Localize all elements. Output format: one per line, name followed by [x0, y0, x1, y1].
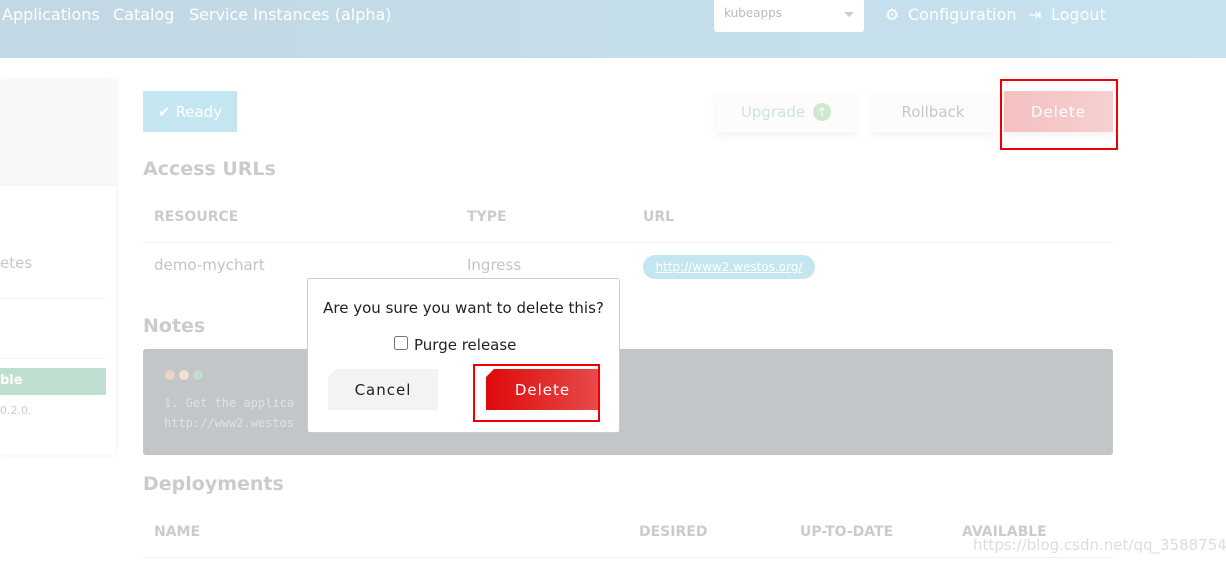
deployments-heading: Deployments — [143, 473, 284, 495]
col-url: URL — [643, 209, 675, 225]
gear-icon: ⚙ — [885, 5, 900, 24]
nav-configuration[interactable]: Configuration — [908, 5, 1017, 24]
modal-question: Are you sure you want to delete this? — [323, 299, 604, 317]
check-icon: ✔ — [157, 102, 171, 121]
rollback-button[interactable]: Rollback — [872, 91, 994, 132]
status-label: Ready — [175, 102, 223, 121]
upgrade-label: Upgrade — [740, 102, 806, 121]
arrow-up-circle-icon: ↑ — [813, 102, 832, 121]
col-resource: RESOURCE — [154, 209, 239, 225]
highlight-box — [473, 364, 600, 422]
col-name: NAME — [154, 524, 201, 540]
namespace-select[interactable]: kubeapps — [714, 0, 864, 32]
col-type: TYPE — [467, 209, 507, 225]
access-urls-heading: Access URLs — [143, 158, 276, 180]
nav-logout[interactable]: Logout — [1051, 5, 1106, 24]
col-up-to-date: UP-TO-DATE — [800, 524, 894, 540]
version-text: 0.2.0. — [0, 404, 32, 417]
notes-line: 1. Get the applica — [164, 396, 295, 410]
chevron-down-icon — [844, 12, 854, 22]
window-dots-icon — [165, 370, 203, 380]
upgrade-button[interactable]: Upgrade ↑ — [716, 91, 856, 132]
status-ready-badge: ✔ Ready — [143, 91, 237, 132]
col-desired: DESIRED — [639, 524, 708, 540]
notes-line: http://www2.westos — [164, 416, 295, 430]
namespace-value: kubeapps — [724, 6, 783, 20]
nav-catalog[interactable]: Catalog — [113, 5, 174, 24]
notes-heading: Notes — [143, 315, 206, 337]
type-cell: Ingress — [467, 256, 522, 274]
watermark: https://blog.csdn.net/qq_35887546 — [973, 536, 1226, 554]
sidebar-text: etes — [0, 254, 33, 272]
purge-release-label[interactable]: Purge release — [414, 336, 516, 354]
logout-icon: ⇥ — [1028, 5, 1042, 24]
nav-service-instances[interactable]: Service Instances (alpha) — [189, 5, 392, 24]
resource-cell: demo-mychart — [154, 256, 265, 274]
purge-release-checkbox[interactable] — [394, 336, 408, 350]
highlight-box — [1000, 79, 1118, 150]
status-badge: ble — [0, 368, 106, 395]
top-nav — [0, 0, 1226, 58]
url-link[interactable]: http://www2.westos.org/ — [643, 255, 815, 279]
notes-box: 1. Get the applica http://www2.westos — [143, 349, 1113, 455]
cancel-button[interactable]: Cancel — [328, 369, 438, 410]
nav-applications[interactable]: Applications — [2, 5, 100, 24]
